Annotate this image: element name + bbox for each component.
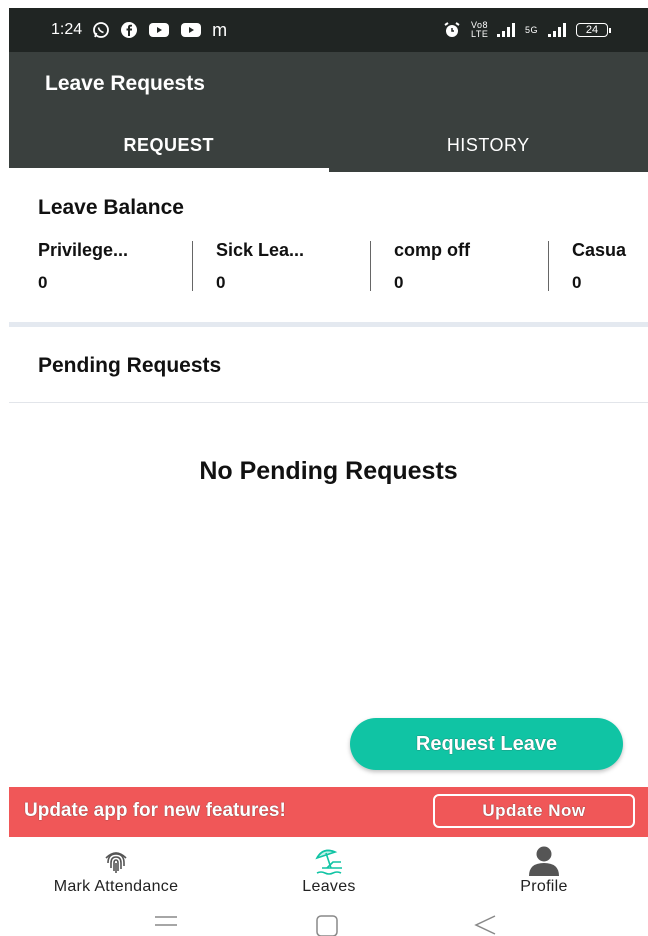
tab-bar: REQUEST HISTORY xyxy=(9,118,648,172)
system-nav-bar xyxy=(9,904,648,934)
alarm-icon xyxy=(443,21,461,39)
youtube-icon xyxy=(180,22,202,38)
leave-balance-list[interactable]: Privilege... 0 Sick Lea... 0 comp off 0 … xyxy=(9,236,648,294)
status-bar-left: 1:24 m xyxy=(51,20,227,41)
balance-divider xyxy=(370,241,371,291)
network-type-label: 5G xyxy=(525,25,538,35)
beach-umbrella-icon xyxy=(313,844,345,878)
nav-label: Profile xyxy=(520,878,567,896)
home-icon[interactable] xyxy=(315,914,339,936)
signal-icon xyxy=(497,23,515,37)
balance-label: Privilege... xyxy=(38,240,128,261)
nav-item-mark-attendance[interactable]: Mark Attendance xyxy=(22,838,210,900)
balance-value: 0 xyxy=(38,273,47,293)
status-time: 1:24 xyxy=(51,21,82,39)
balance-value: 0 xyxy=(572,273,581,293)
leave-balance-title: Leave Balance xyxy=(38,196,184,220)
request-leave-button[interactable]: Request Leave xyxy=(350,718,623,770)
pending-requests-title: Pending Requests xyxy=(38,354,221,378)
divider xyxy=(9,402,648,403)
status-bar-right: Vo8 LTE 5G 24 xyxy=(443,21,608,39)
app-header: Leave Requests REQUEST HISTORY xyxy=(9,52,648,172)
section-divider xyxy=(9,322,648,327)
nav-label: Mark Attendance xyxy=(54,878,179,896)
battery-level: 24 xyxy=(586,24,598,36)
empty-state-message: No Pending Requests xyxy=(9,457,648,486)
balance-label: comp off xyxy=(394,240,470,261)
balance-value: 0 xyxy=(394,273,403,293)
whatsapp-icon xyxy=(92,21,110,39)
bottom-nav: Mark Attendance Leaves Profile xyxy=(9,838,648,900)
balance-divider xyxy=(192,241,193,291)
nav-label: Leaves xyxy=(302,878,355,896)
tab-history[interactable]: HISTORY xyxy=(329,118,648,172)
page-title: Leave Requests xyxy=(45,72,205,96)
m-icon: m xyxy=(212,20,227,41)
youtube-icon xyxy=(148,22,170,38)
update-banner-message: Update app for new features! xyxy=(24,800,286,822)
nav-item-leaves[interactable]: Leaves xyxy=(269,838,389,900)
tab-request[interactable]: REQUEST xyxy=(9,118,329,172)
signal-icon xyxy=(548,23,566,37)
network-label: Vo8 LTE xyxy=(471,21,487,39)
menu-icon[interactable] xyxy=(154,914,178,928)
status-bar: 1:24 m Vo8 LTE 5G 24 xyxy=(9,8,648,52)
tab-request-label: REQUEST xyxy=(123,135,214,156)
person-icon xyxy=(527,844,561,878)
facebook-icon xyxy=(120,21,138,39)
update-now-button[interactable]: Update Now xyxy=(433,794,635,828)
battery-icon: 24 xyxy=(576,23,608,37)
fingerprint-icon xyxy=(101,844,131,878)
balance-label: Sick Lea... xyxy=(216,240,304,261)
balance-value: 0 xyxy=(216,273,225,293)
balance-label: Casua xyxy=(572,240,626,261)
balance-divider xyxy=(548,241,549,291)
back-icon[interactable] xyxy=(473,914,497,936)
nav-item-profile[interactable]: Profile xyxy=(484,838,604,900)
update-banner: Update app for new features! Update Now xyxy=(9,787,648,837)
active-tab-indicator xyxy=(9,168,329,172)
tab-history-label: HISTORY xyxy=(447,135,530,156)
